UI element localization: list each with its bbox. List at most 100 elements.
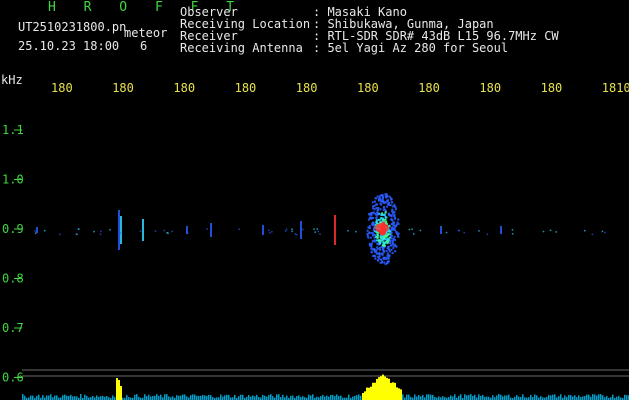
- spectrogram: kHz180 180 180 180 180 180 180 180 180 18101.11.0…: [1, 73, 629, 400]
- level-bar: [354, 395, 356, 400]
- level-bar: [264, 395, 266, 400]
- echo-pixel: [382, 208, 385, 211]
- echo-pixel: [382, 219, 385, 222]
- level-bar: [360, 395, 362, 400]
- level-bar: [56, 395, 58, 400]
- noise-dot: [412, 233, 415, 235]
- level-bar: [432, 394, 434, 400]
- x-tick-label: 180: [541, 81, 563, 95]
- echo-pixel: [370, 212, 373, 215]
- echo-streak: [118, 210, 120, 250]
- level-bar: [578, 395, 580, 400]
- level-bar: [22, 394, 24, 400]
- level-bar: [570, 395, 572, 400]
- level-bar: [302, 396, 304, 400]
- echo-streak: [262, 225, 264, 235]
- echo-pixel: [366, 232, 369, 235]
- noise-dot: [78, 228, 80, 230]
- echo-pixel: [381, 194, 384, 197]
- level-bar: [180, 395, 182, 400]
- echo-pixel: [384, 211, 387, 214]
- echo-pixel: [375, 220, 378, 223]
- y-unit-label: kHz: [1, 73, 23, 87]
- level-bar: [194, 394, 196, 400]
- echo-pixel: [381, 253, 384, 256]
- noise-dot: [186, 232, 189, 235]
- level-bar: [24, 395, 26, 400]
- level-bar: [254, 396, 256, 400]
- noise-dot: [419, 229, 422, 232]
- noise-dot: [34, 232, 37, 235]
- x-tick-label: 180: [479, 81, 501, 95]
- echo-pixel: [381, 261, 384, 264]
- echo-pixel: [397, 235, 400, 238]
- echo-pixel: [388, 250, 391, 253]
- level-spike: [384, 376, 386, 400]
- echo-pixel: [380, 245, 383, 248]
- noise-dot: [167, 232, 169, 234]
- echo-pixel: [397, 232, 400, 235]
- level-bar: [62, 395, 64, 400]
- echo-pixel: [392, 228, 395, 231]
- noise-dot: [268, 229, 270, 232]
- level-bar: [626, 395, 628, 400]
- level-bar: [454, 394, 456, 400]
- echo-pixel: [386, 199, 389, 202]
- level-bar: [298, 395, 300, 400]
- noise-dot: [295, 233, 298, 236]
- level-bar: [74, 396, 76, 400]
- noise-dot: [408, 228, 411, 231]
- level-bar: [96, 395, 98, 400]
- noise-dot: [171, 230, 174, 233]
- echo-pixel: [384, 263, 387, 266]
- level-bar: [548, 394, 550, 400]
- echo-pixel: [385, 250, 388, 253]
- noise-dot: [604, 231, 606, 234]
- noise-dot: [284, 230, 287, 232]
- echo-pixel: [395, 225, 398, 228]
- level-bar: [602, 395, 604, 400]
- noise-dot: [238, 228, 240, 230]
- level-bar: [208, 394, 210, 400]
- echo-pixel: [389, 240, 392, 243]
- level-bar: [220, 394, 222, 400]
- echo-pixel: [393, 210, 396, 213]
- level-bar: [310, 395, 312, 400]
- level-bar: [240, 394, 242, 400]
- level-bar: [100, 396, 102, 400]
- noise-dot: [316, 228, 319, 230]
- level-bar: [290, 395, 292, 400]
- echo-pixel: [367, 226, 370, 229]
- level-bar: [238, 396, 240, 400]
- level-bar: [266, 396, 268, 400]
- level-bar: [222, 396, 224, 400]
- level-bar: [612, 394, 614, 400]
- echo-pixel: [378, 251, 381, 254]
- level-bar: [296, 396, 298, 400]
- level-spike: [390, 382, 392, 400]
- echo-pixel: [374, 200, 377, 203]
- echo-streak: [440, 226, 442, 234]
- level-bar: [482, 394, 484, 400]
- level-bar: [268, 395, 270, 400]
- level-bar: [460, 394, 462, 400]
- echo-pixel: [375, 197, 378, 200]
- level-bar: [534, 394, 536, 400]
- level-bar: [536, 395, 538, 400]
- echo-pixel: [374, 230, 377, 233]
- level-bar: [32, 395, 34, 400]
- level-bar: [340, 395, 342, 400]
- echo-pixel: [383, 257, 386, 260]
- echo-pixel: [369, 217, 372, 220]
- level-bar: [176, 395, 178, 400]
- echo-pixel: [390, 231, 393, 234]
- level-bar: [522, 394, 524, 400]
- echo-pixel: [387, 213, 390, 216]
- echo-pixel: [394, 206, 397, 209]
- echo-pixel: [377, 234, 380, 237]
- level-spike: [400, 389, 402, 400]
- level-bar: [504, 395, 506, 400]
- level-bar: [572, 396, 574, 400]
- echo-pixel: [379, 202, 382, 205]
- noise-dot: [511, 229, 514, 231]
